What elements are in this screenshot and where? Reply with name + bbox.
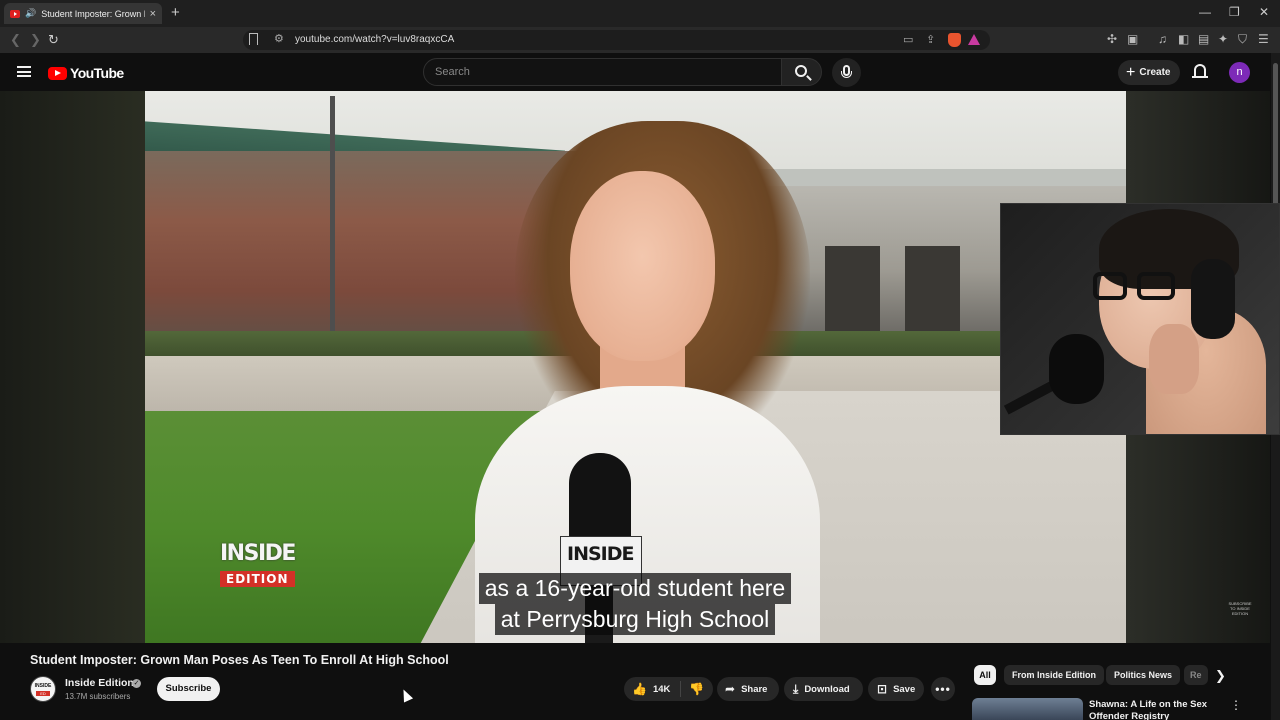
- plus-icon: +: [1126, 63, 1136, 81]
- sidebar-icon[interactable]: ◧: [1178, 32, 1189, 46]
- browser-toolbar: ❮ ❯ ↻ ⚙ youtube.com/watch?v=luv8raqxcCA …: [0, 27, 1280, 53]
- more-actions-button[interactable]: •••: [931, 677, 955, 701]
- chip-from-inside-edition[interactable]: From Inside Edition: [1004, 665, 1105, 685]
- facecam-overlay: [1000, 203, 1280, 435]
- chip-recently-uploaded[interactable]: Re: [1184, 665, 1208, 685]
- search-input[interactable]: Search: [423, 58, 782, 86]
- reload-icon[interactable]: ↻: [48, 32, 59, 48]
- create-label: Create: [1139, 67, 1171, 78]
- url-text[interactable]: youtube.com/watch?v=luv8raqxcCA: [295, 34, 454, 45]
- chip-all[interactable]: All: [974, 665, 996, 685]
- leo-ai-icon[interactable]: ✦: [1218, 32, 1228, 46]
- guide-menu-icon[interactable]: [17, 66, 31, 77]
- save-button[interactable]: ⊡ Save: [868, 677, 924, 701]
- subscribe-button[interactable]: Subscribe: [157, 677, 220, 701]
- recommended-video-thumbnail[interactable]: [972, 698, 1083, 720]
- youtube-play-icon: [48, 66, 67, 80]
- youtube-wordmark: YouTube: [70, 65, 124, 81]
- ambient-glow-left: [0, 91, 145, 643]
- account-avatar[interactable]: n: [1229, 62, 1250, 83]
- vpn-icon[interactable]: ⛉: [1238, 32, 1247, 47]
- cast-icon[interactable]: ▭: [903, 33, 913, 46]
- site-settings-icon[interactable]: ⚙: [274, 32, 284, 45]
- close-window-button[interactable]: ✕: [1259, 5, 1269, 19]
- bookmark-save-icon: ⊡: [877, 682, 888, 696]
- voice-search-button[interactable]: [832, 58, 861, 87]
- share-page-icon[interactable]: ⇪: [926, 33, 935, 46]
- brave-rewards-icon[interactable]: [968, 34, 980, 45]
- video-frame[interactable]: INSIDE INSIDE EDITION as a 16-year-old s…: [145, 91, 1126, 643]
- youtube-masthead: YouTube Search + Create n: [0, 53, 1270, 91]
- screenshot-icon[interactable]: ▣: [1127, 32, 1138, 46]
- brave-shields-icon[interactable]: [948, 33, 961, 47]
- media-icon[interactable]: ♫: [1158, 32, 1167, 46]
- extensions-icon[interactable]: ✣: [1107, 32, 1117, 46]
- subscriber-count: 13.7M subscribers: [65, 692, 131, 701]
- download-label: Download: [804, 683, 850, 695]
- more-dots-icon: •••: [935, 682, 951, 696]
- wallet-icon[interactable]: ▤: [1198, 32, 1209, 46]
- thumbs-down-icon: 👎: [689, 682, 705, 696]
- download-button[interactable]: ⤓ Download: [784, 677, 863, 701]
- channel-name[interactable]: Inside Edition: [65, 677, 134, 689]
- like-button[interactable]: 👍 14K: [624, 681, 682, 697]
- search-placeholder: Search: [435, 66, 470, 78]
- caption-line-1: as a 16-year-old student here: [478, 573, 792, 604]
- share-arrow-icon: ➦: [725, 682, 736, 696]
- mouse-cursor: [398, 687, 414, 703]
- browser-tab-bar: 🔊 Student Imposter: Grown Ma × + — ❐ ✕: [0, 0, 1280, 27]
- recommended-video-title[interactable]: Shawna: A Life on the Sex Offender Regis…: [1089, 699, 1219, 720]
- create-button[interactable]: + Create: [1118, 60, 1180, 85]
- back-icon[interactable]: ❮: [10, 32, 21, 48]
- recommended-more-icon[interactable]: ⋮: [1230, 698, 1242, 712]
- like-count: 14K: [652, 683, 671, 695]
- tab-title: Student Imposter: Grown Ma: [41, 8, 144, 19]
- chip-politics-news[interactable]: Politics News: [1106, 665, 1181, 685]
- subscribe-watermark[interactable]: SUBSCRIBE TO INSIDE EDITION: [1226, 601, 1254, 616]
- podcast-mic-icon: [1049, 334, 1104, 404]
- forward-icon[interactable]: ❯: [30, 32, 41, 48]
- channel-avatar[interactable]: INSIDE ED: [30, 676, 56, 702]
- video-title: Student Imposter: Grown Man Poses As Tee…: [30, 653, 449, 667]
- verified-check-icon: ✓: [132, 679, 141, 688]
- notifications-bell-icon[interactable]: [1192, 64, 1208, 78]
- minimize-button[interactable]: —: [1199, 5, 1211, 19]
- bookmark-icon[interactable]: [249, 33, 258, 45]
- inside-edition-logo: INSIDE EDITION: [220, 541, 296, 587]
- share-button[interactable]: ➦ Share: [717, 677, 779, 701]
- headphones-icon: [1191, 259, 1235, 339]
- search-icon: [795, 65, 807, 77]
- caption-line-2: at Perrysburg High School: [494, 604, 776, 635]
- dislike-button[interactable]: 👎: [681, 682, 704, 696]
- video-captions: as a 16-year-old student here at Perrysb…: [470, 573, 800, 635]
- share-label: Share: [741, 683, 768, 695]
- new-tab-button[interactable]: +: [171, 4, 180, 21]
- speaker-icon[interactable]: 🔊: [25, 8, 36, 19]
- browser-tab[interactable]: 🔊 Student Imposter: Grown Ma ×: [4, 3, 162, 24]
- download-icon: ⤓: [793, 681, 799, 696]
- youtube-favicon-icon: [10, 9, 20, 18]
- reporter-microphone: [569, 453, 631, 548]
- save-label: Save: [893, 683, 916, 695]
- thumbs-up-icon: 👍: [632, 682, 647, 696]
- youtube-logo[interactable]: YouTube: [48, 65, 124, 81]
- like-dislike-group: 👍 14K 👎: [624, 677, 713, 701]
- menu-icon[interactable]: ☰: [1258, 32, 1269, 46]
- chevron-right-icon[interactable]: ❯: [1215, 668, 1226, 684]
- scrollbar-thumb[interactable]: [1273, 63, 1278, 213]
- search-button[interactable]: [781, 58, 822, 86]
- restore-button[interactable]: ❐: [1229, 5, 1240, 19]
- url-bar[interactable]: ⚙ youtube.com/watch?v=luv8raqxcCA ▭ ⇪: [243, 30, 990, 50]
- tab-close-icon[interactable]: ×: [150, 8, 156, 20]
